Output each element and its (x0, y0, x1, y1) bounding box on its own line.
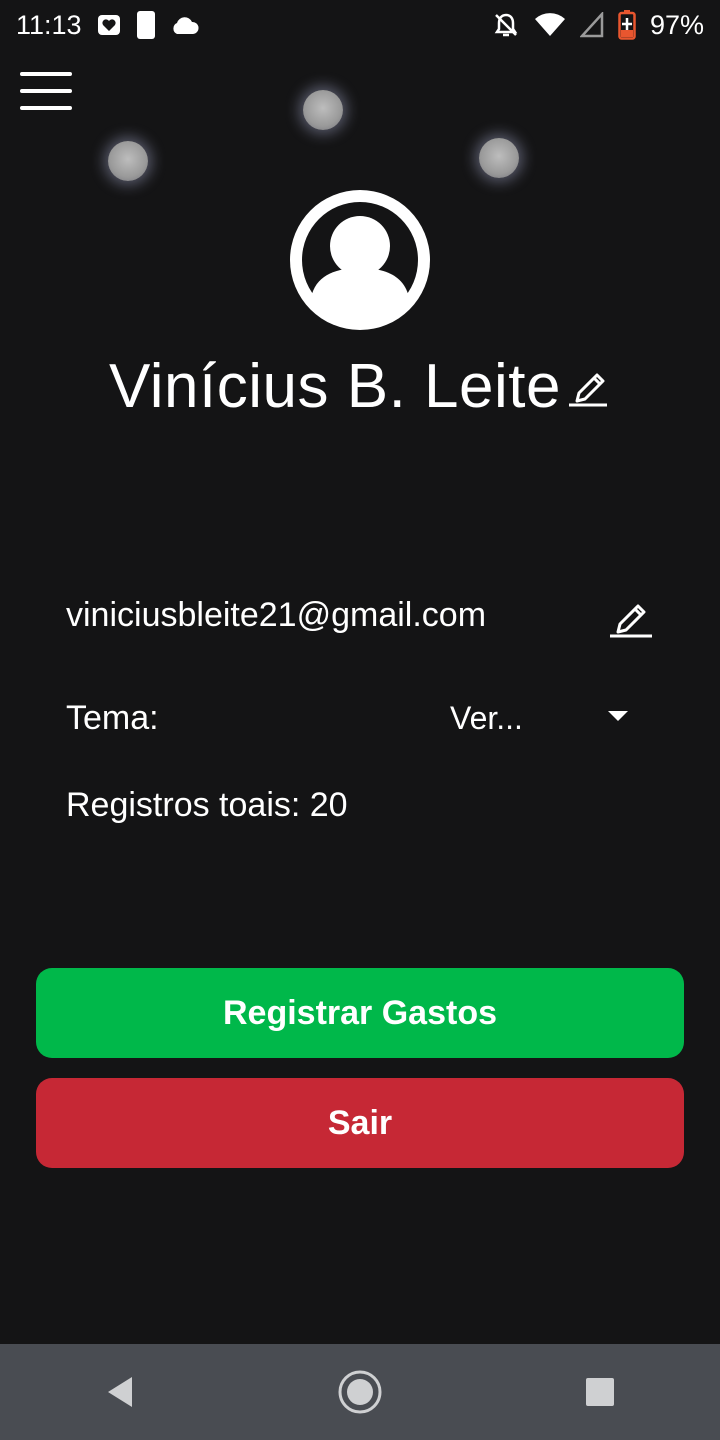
back-triangle-icon[interactable] (90, 1362, 150, 1422)
records-count: Registros toais: 20 (66, 786, 348, 824)
battery-percent: 97% (649, 9, 704, 40)
battery-charging-icon (618, 10, 636, 40)
status-bar: 11:13 97% (0, 0, 720, 50)
decorative-dot-center (303, 90, 343, 130)
menu-line-top (20, 72, 72, 76)
edit-name-pencil-icon[interactable] (565, 361, 611, 407)
register-expenses-button[interactable]: Registrar Gastos (36, 968, 684, 1058)
theme-selected-value: Ver... (450, 699, 523, 736)
decorative-dot-left (108, 141, 148, 181)
cloud-icon (170, 14, 200, 36)
chevron-down-icon (606, 709, 630, 728)
status-time: 11:13 (16, 9, 82, 40)
profile-name: Vinícius B. Leite (109, 352, 561, 421)
moon-phone-icon (136, 10, 156, 40)
menu-line-bottom (20, 106, 72, 110)
profile-email: viniciusbleite21@gmail.com (66, 596, 487, 634)
decorative-dot-right (479, 138, 519, 178)
home-circle-icon[interactable] (330, 1362, 390, 1422)
edit-email-pencil-icon[interactable] (608, 592, 654, 638)
wifi-icon (534, 12, 566, 38)
status-bar-right: 97% (492, 10, 704, 41)
bell-off-icon (492, 11, 520, 39)
profile-name-row: Vinícius B. Leite (0, 345, 720, 429)
heart-notification-icon (96, 12, 122, 38)
theme-label: Tema: (66, 699, 159, 737)
menu-line-middle (20, 89, 72, 93)
recents-square-icon[interactable] (570, 1362, 630, 1422)
hamburger-menu-icon[interactable] (20, 72, 72, 110)
user-avatar-icon[interactable] (290, 190, 430, 330)
theme-dropdown[interactable]: Ver... (450, 692, 630, 744)
status-bar-left: 11:13 (16, 10, 200, 41)
signal-icon (579, 12, 604, 38)
system-nav-bar (0, 1344, 720, 1440)
logout-button[interactable]: Sair (36, 1078, 684, 1168)
